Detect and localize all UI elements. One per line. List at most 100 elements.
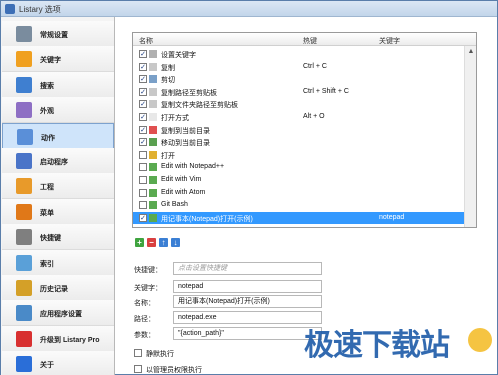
list-row[interactable]: ✓ 复制到当前目录 [133, 124, 464, 136]
list-row[interactable]: Edit with Vim [133, 174, 464, 186]
action-icon [149, 138, 157, 147]
sidebar-item-3[interactable]: 外观 [2, 97, 114, 124]
row-name: 剪切 [161, 77, 175, 85]
action-icon [149, 113, 157, 121]
list-row[interactable]: ✓ 剪切 [133, 73, 464, 85]
name-field[interactable]: 用记事本(Notepad)打开(示例) [173, 295, 322, 308]
sidebar-item-12[interactable]: 升级到 Listary Pro [2, 325, 114, 352]
row-checkbox[interactable]: ✓ [139, 100, 147, 109]
sidebar-item-label: 升级到 Listary Pro [40, 336, 100, 344]
list-row[interactable]: ✓ 移动到当前目录 [133, 136, 464, 148]
brush-icon [16, 102, 32, 119]
watermark-logo-icon [468, 328, 492, 352]
app-settings-icon [16, 305, 32, 322]
keyword-field[interactable]: notepad [173, 280, 322, 293]
action-icon [149, 62, 157, 71]
action-icon [149, 176, 157, 184]
sidebar-nav: 常规设置关键字搜索外观动作 启动程序工程菜单 快捷键索引历史记录应用程序设置升级到 … [1, 17, 115, 375]
list-row[interactable]: Edit with Notepad++ [133, 161, 464, 173]
listary-logo-icon [5, 4, 15, 14]
list-row[interactable]: Git Bash [133, 199, 464, 211]
column-hotkey-header[interactable]: 热键 [303, 36, 317, 46]
project-icon [16, 178, 32, 195]
add-action-button[interactable]: + [135, 238, 144, 247]
row-checkbox[interactable] [139, 188, 147, 197]
action-icon [149, 163, 157, 172]
row-checkbox[interactable]: ✓ [139, 50, 147, 58]
launcher-icon [16, 153, 32, 169]
scroll-up-arrow-icon[interactable]: ▲ [466, 47, 476, 57]
hotkey-field[interactable]: 点击设置快捷键 [173, 262, 322, 275]
sidebar-item-5[interactable]: 启动程序 [2, 148, 114, 174]
actions-list: 名称 热键 关键字 ✓ 设置关键字 ✓ 复制 Ctrl + C ✓ 剪切 ✓ 复制路径至剪贴板 C… [132, 32, 477, 228]
sidebar-item-7[interactable]: 菜单 [2, 198, 114, 225]
row-name: 设置关键字 [161, 52, 196, 59]
sidebar-item-11[interactable]: 应用程序设置 [2, 300, 114, 327]
sidebar-item-label: 关键字 [40, 57, 61, 65]
sidebar-item-8[interactable]: 快捷键 [2, 224, 114, 251]
sidebar-item-9[interactable]: 索引 [2, 249, 114, 276]
move-up-button[interactable]: ↑ [159, 238, 168, 247]
action-icon [149, 150, 157, 159]
sidebar-item-label: 历史记录 [40, 286, 68, 293]
action-icon [149, 75, 157, 84]
sidebar-item-2[interactable]: 搜索 [2, 71, 114, 98]
sidebar-item-13[interactable]: 关于 [2, 351, 114, 375]
list-row[interactable]: ✓ 复制 Ctrl + C [133, 61, 464, 73]
list-row[interactable]: ✓ 打开方式 Alt + O [133, 111, 464, 123]
move-down-button[interactable]: ↓ [171, 238, 180, 247]
sidebar-item-label: 常规设置 [40, 32, 68, 39]
row-name: 打开方式 [161, 115, 189, 122]
action-icon [149, 188, 157, 197]
path-field[interactable]: notepad.exe [173, 311, 322, 324]
sidebar-item-1[interactable]: 关键字 [2, 46, 114, 73]
row-checkbox[interactable]: ✓ [139, 213, 147, 222]
row-checkbox[interactable] [139, 176, 147, 184]
list-row[interactable]: ✓ 设置关键字 [133, 48, 464, 60]
sidebar-item-4[interactable]: 动作 [2, 122, 114, 149]
list-row[interactable]: ✓ 复制文件夹路径至剪贴板 [133, 98, 464, 110]
row-name: 移动到当前目录 [161, 140, 210, 148]
watermark-text: 极速下载站 [304, 329, 450, 362]
row-checkbox[interactable]: ✓ [139, 62, 147, 71]
column-name-header[interactable]: 名称 [139, 36, 153, 46]
sidebar-item-0[interactable]: 常规设置 [2, 21, 114, 47]
options-window: Listary 选项 常规设置关键字搜索外观动作 启动程序工程菜单 快捷键索引历史记… [0, 0, 498, 375]
row-checkbox[interactable]: ✓ [139, 125, 147, 134]
row-checkbox[interactable] [139, 150, 147, 159]
admin-label: 以管理员权限执行 [146, 367, 202, 374]
list-row[interactable]: 打开 [133, 149, 464, 161]
list-row[interactable]: Edit with Atom [133, 187, 464, 199]
row-checkbox[interactable] [139, 201, 147, 210]
remove-action-button[interactable]: − [147, 238, 156, 247]
sidebar-item-label: 外观 [40, 108, 54, 116]
title-bar: Listary 选项 [1, 1, 497, 17]
row-checkbox[interactable]: ✓ [139, 87, 147, 96]
admin-checkbox[interactable] [134, 365, 142, 373]
column-keyword-header[interactable]: 关键字 [379, 36, 400, 46]
row-checkbox[interactable]: ✓ [139, 138, 147, 147]
list-row[interactable]: ✓ 复制路径至剪贴板 Ctrl + Shift + C [133, 86, 464, 98]
sidebar-item-label: 索引 [40, 260, 54, 268]
list-row[interactable]: ✓ 用记事本(Notepad)打开(示例) notepad [133, 211, 464, 224]
row-checkbox[interactable]: ✓ [139, 75, 147, 84]
row-keyword: notepad [379, 213, 405, 221]
sidebar-item-6[interactable]: 工程 [2, 173, 114, 200]
list-header: 名称 热键 关键字 [133, 33, 476, 46]
row-name: 复制 [161, 64, 175, 72]
sidebar-item-label: 工程 [40, 184, 54, 192]
row-name: Edit with Vim [161, 176, 202, 183]
row-checkbox[interactable] [139, 163, 147, 172]
params-field[interactable]: "{action_path}" [173, 327, 322, 340]
row-name: 打开 [161, 152, 175, 160]
row-checkbox[interactable]: ✓ [139, 113, 147, 121]
sidebar-item-label: 搜索 [40, 82, 54, 90]
silent-checkbox[interactable] [134, 349, 142, 357]
list-scrollbar[interactable]: ▲ [464, 46, 476, 227]
row-name: 用记事本(Notepad)打开(示例) [161, 215, 253, 223]
silent-label: 静默执行 [146, 351, 174, 358]
row-name: Edit with Atom [161, 188, 206, 196]
row-hotkey: Ctrl + C [303, 62, 327, 70]
sidebar-item-10[interactable]: 历史记录 [2, 275, 114, 301]
sidebar-item-label: 关于 [40, 362, 54, 370]
